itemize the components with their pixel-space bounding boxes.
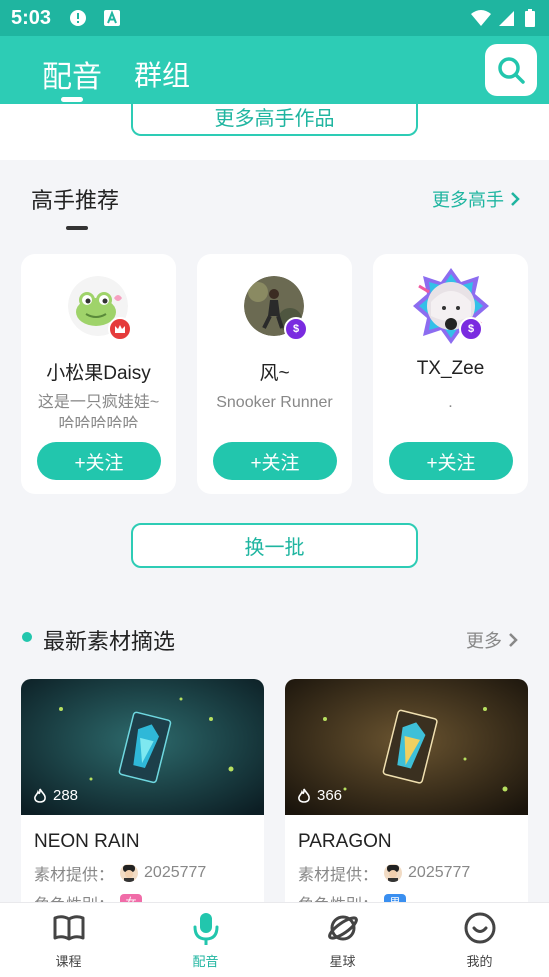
more-materials-link[interactable]: 更多 bbox=[466, 627, 518, 653]
provider-id: 2025777 bbox=[408, 864, 471, 881]
tab-dubbing[interactable]: 配音 bbox=[42, 52, 102, 96]
nav-label: 我的 bbox=[466, 954, 493, 969]
more-experts-link[interactable]: 更多高手 bbox=[432, 186, 520, 212]
materials-title: 最新素材摘选 bbox=[43, 629, 176, 654]
provider-line: 素材提供： 2025777 bbox=[34, 861, 206, 885]
wifi-icon bbox=[471, 10, 491, 26]
vip-badge-icon: $ bbox=[459, 317, 483, 341]
more-experts-label: 更多高手 bbox=[432, 190, 504, 210]
search-button[interactable] bbox=[485, 44, 537, 96]
nav-courses[interactable]: 课程 bbox=[0, 903, 137, 977]
status-time: 5:03 bbox=[11, 7, 52, 29]
more-materials-label: 更多 bbox=[466, 631, 502, 651]
experts-title: 高手推荐 bbox=[31, 188, 120, 213]
gender-line: 角色性别： 男 bbox=[298, 891, 407, 902]
main-content[interactable]: 更多高手作品 高手推荐 更多高手 小松果Daisy 这是一只疯娃娃~哈哈哈哈哈 … bbox=[0, 104, 549, 902]
nav-dubbing[interactable]: 配音 bbox=[137, 903, 274, 977]
section-dot bbox=[22, 632, 32, 642]
top-header: 配音 群组 bbox=[0, 36, 549, 104]
expert-description: 这是一只疯娃娃~哈哈哈哈哈 bbox=[37, 394, 160, 428]
flame-icon bbox=[298, 788, 310, 803]
tab-groups[interactable]: 群组 bbox=[134, 54, 190, 94]
gender-line: 角色性别： 女 bbox=[34, 891, 143, 902]
status-bar: 5:03 bbox=[0, 0, 549, 36]
play-count-value: 288 bbox=[53, 787, 79, 804]
flame-icon bbox=[34, 788, 46, 803]
more-works-button[interactable]: 更多高手作品 bbox=[131, 104, 418, 136]
follow-button[interactable]: +关注 bbox=[389, 442, 513, 480]
microphone-icon bbox=[193, 913, 219, 945]
provider-avatar bbox=[120, 864, 139, 882]
active-tab-indicator bbox=[61, 97, 83, 102]
nav-planet[interactable]: 星球 bbox=[274, 903, 411, 977]
vip-badge-icon: $ bbox=[284, 317, 308, 341]
nav-label: 课程 bbox=[55, 954, 82, 969]
smiley-icon bbox=[464, 912, 496, 944]
signal-icon bbox=[499, 11, 514, 26]
battery-icon bbox=[525, 9, 535, 27]
nav-label: 星球 bbox=[329, 954, 356, 969]
nav-label: 配音 bbox=[192, 954, 219, 969]
expert-description: Snooker Runner bbox=[216, 394, 333, 411]
expert-card[interactable]: $ 风~ Snooker Runner +关注 bbox=[197, 254, 352, 494]
chevron-right-icon bbox=[511, 192, 520, 206]
chevron-right-icon bbox=[509, 633, 518, 647]
expert-name: 风~ bbox=[259, 363, 290, 384]
crown-badge-icon bbox=[108, 317, 132, 341]
play-count-value: 366 bbox=[317, 787, 343, 804]
bottom-navigation: 课程 配音 星球 我的 bbox=[0, 902, 549, 977]
expert-card[interactable]: 小松果Daisy 这是一只疯娃娃~哈哈哈哈哈 +关注 bbox=[21, 254, 176, 494]
material-card[interactable]: 288 NEON RAIN 素材提供： 2025777 角色性别： 女 bbox=[21, 679, 264, 902]
refresh-button[interactable]: 换一批 bbox=[131, 523, 418, 568]
gender-tag: 女 bbox=[120, 894, 143, 902]
nav-profile[interactable]: 我的 bbox=[411, 903, 548, 977]
search-icon bbox=[498, 57, 525, 84]
follow-button[interactable]: +关注 bbox=[37, 442, 161, 480]
alert-icon bbox=[70, 10, 86, 26]
provider-line: 素材提供： 2025777 bbox=[298, 861, 470, 885]
play-count: 288 bbox=[33, 787, 78, 804]
expert-name: 小松果Daisy bbox=[46, 363, 151, 384]
book-icon bbox=[53, 915, 85, 941]
expert-card[interactable]: $ TX_Zee . +关注 bbox=[373, 254, 528, 494]
material-title: NEON RAIN bbox=[34, 831, 140, 852]
gender-label: 角色性别： bbox=[34, 891, 114, 902]
app-notification-icon bbox=[104, 10, 120, 26]
gender-label: 角色性别： bbox=[298, 891, 378, 902]
provider-label: 素材提供： bbox=[34, 867, 115, 884]
expert-name: TX_Zee bbox=[416, 358, 485, 379]
title-underline bbox=[66, 226, 88, 230]
planet-icon bbox=[328, 915, 358, 941]
play-count: 366 bbox=[297, 787, 342, 804]
provider-id: 2025777 bbox=[144, 864, 207, 881]
gender-tag: 男 bbox=[384, 894, 407, 902]
provider-avatar bbox=[384, 864, 403, 882]
material-title: PARAGON bbox=[298, 831, 392, 852]
material-card[interactable]: 366 PARAGON 素材提供： 2025777 角色性别： 男 bbox=[285, 679, 528, 902]
follow-button[interactable]: +关注 bbox=[213, 442, 337, 480]
provider-label: 素材提供： bbox=[298, 867, 379, 884]
expert-description: . bbox=[448, 394, 453, 411]
